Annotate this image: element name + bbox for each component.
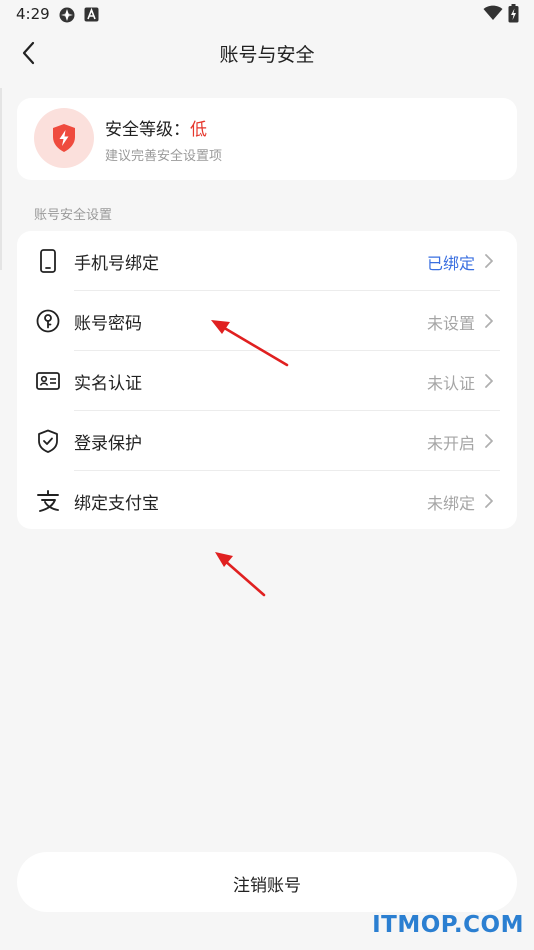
login-protection-row[interactable]: 登录保护 未开启: [17, 411, 517, 471]
bind-alipay-row[interactable]: 绑定支付宝 未绑定: [17, 471, 517, 531]
chevron-right-icon: [485, 254, 493, 268]
account-security-list: 手机号绑定 已绑定 账号密码 未设置 实名认证 未认证 登录保护 未开启 绑定支…: [17, 231, 517, 529]
left-edge-divider: [0, 88, 2, 270]
shield-avatar: [34, 108, 94, 168]
app-notification-icon: [84, 7, 99, 22]
row-status: 未认证: [426, 374, 475, 393]
chevron-right-icon: [485, 434, 493, 448]
security-level-line: 安全等级：低: [105, 115, 207, 140]
header: 账号与安全: [0, 30, 534, 74]
id-card-icon: [36, 372, 60, 390]
row-label: 实名认证: [74, 374, 142, 394]
row-label: 绑定支付宝: [74, 494, 159, 514]
row-label: 手机号绑定: [74, 254, 159, 274]
key-icon: [36, 309, 60, 333]
section-title: 账号安全设置: [34, 208, 113, 223]
security-level-card: 安全等级：低 建议完善安全设置项: [17, 98, 517, 180]
row-status: 未设置: [426, 314, 475, 333]
security-level-tip: 建议完善安全设置项: [105, 149, 223, 164]
status-bar: 4:29: [0, 0, 534, 30]
row-label: 登录保护: [74, 434, 142, 454]
phone-binding-row[interactable]: 手机号绑定 已绑定: [17, 231, 517, 291]
phone-icon: [40, 249, 56, 273]
shield-check-icon: [38, 429, 58, 453]
row-status: 未开启: [426, 434, 475, 453]
alipay-icon: [37, 490, 59, 512]
chevron-right-icon: [485, 494, 493, 508]
cancel-account-button[interactable]: 注销账号: [17, 852, 517, 912]
chevron-right-icon: [485, 314, 493, 328]
page-title: 账号与安全: [219, 44, 315, 66]
annotation-arrow-2: [215, 552, 266, 597]
cancel-account-label: 注销账号: [233, 876, 301, 896]
status-time: 4:29: [16, 5, 50, 23]
security-level-value: 低: [190, 120, 207, 140]
watermark: ITMOP.COM: [372, 912, 524, 938]
row-status: 未绑定: [426, 494, 475, 513]
battery-charging-icon: [508, 4, 519, 23]
shield-lightning-icon: [53, 124, 75, 152]
chevron-right-icon: [485, 374, 493, 388]
wifi-icon: [483, 5, 503, 20]
row-status: 已绑定: [426, 254, 475, 273]
annotation-arrow-1: [211, 320, 289, 367]
security-level-label: 安全等级：: [105, 120, 190, 140]
vpn-icon: [59, 7, 75, 23]
row-label: 账号密码: [74, 314, 142, 334]
